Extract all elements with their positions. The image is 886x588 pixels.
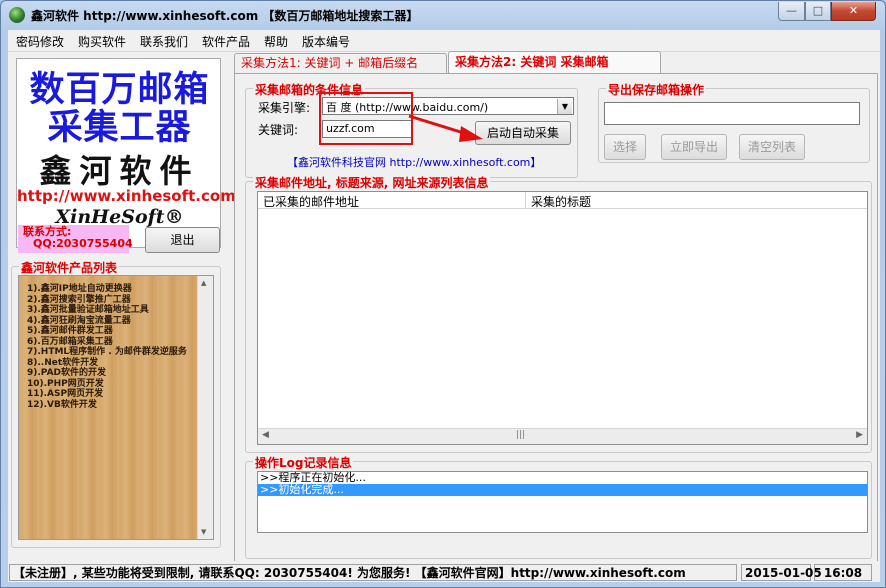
status-bar: 【未注册】, 某些功能将受到限制, 请联系QQ: 2030755404! 为您服… bbox=[8, 561, 880, 582]
red-arrow-icon bbox=[408, 114, 483, 142]
scroll-left-icon[interactable]: ◀ bbox=[262, 430, 269, 440]
app-window: 鑫河软件 http://www.xinhesoft.com 【数百万邮箱地址搜索… bbox=[0, 0, 886, 588]
status-date: 2015-01-05 bbox=[741, 564, 822, 581]
status-time: 16:08 bbox=[814, 564, 872, 581]
log-group-title: 操作Log记录信息 bbox=[253, 454, 354, 471]
product-item: 7).HTML程序制作 . 为邮件群发逆服务 bbox=[27, 347, 187, 357]
column-header-title[interactable]: 采集的标题 bbox=[526, 192, 867, 209]
menu-divider bbox=[8, 51, 880, 52]
product-item: 9).PAD软件的开发 bbox=[27, 368, 107, 378]
products-items: 1).鑫河IP地址自动更换器 2).鑫河搜索引擎推广工器 3).鑫河批量验证邮箱地址… bbox=[27, 284, 197, 410]
menu-item-contact[interactable]: 联系我们 bbox=[140, 33, 188, 50]
product-item: 12).VB软件开发 bbox=[27, 399, 97, 410]
scroll-right-icon[interactable]: ▶ bbox=[856, 430, 863, 440]
status-notice: 【未注册】, 某些功能将受到限制, 请联系QQ: 2030755404! 为您服… bbox=[9, 564, 737, 581]
start-collect-button[interactable]: 启动自动采集 bbox=[475, 121, 571, 145]
menu-bar: 密码修改 购买软件 联系我们 软件产品 帮助 版本编号 bbox=[8, 30, 880, 51]
product-item: 6).百万邮箱采集工器 bbox=[27, 336, 113, 347]
close-button[interactable]: ✕ bbox=[831, 2, 876, 21]
export-now-button[interactable]: 立即导出 bbox=[661, 134, 727, 160]
client-area: 密码修改 购买软件 联系我们 软件产品 帮助 版本编号 数百万邮箱 采集工器 鑫… bbox=[8, 30, 880, 582]
scroll-up-icon[interactable]: ▲ bbox=[201, 279, 206, 287]
log-line[interactable]: >>初始化完成... bbox=[258, 484, 867, 496]
site-link[interactable]: 【鑫河软件科技官网 http://www.xinhesoft.com】 bbox=[287, 154, 541, 170]
globe-icon bbox=[9, 7, 25, 23]
select-button[interactable]: 选择 bbox=[604, 134, 646, 160]
products-title: 鑫河软件产品列表 bbox=[19, 259, 120, 276]
minimize-button[interactable]: — bbox=[778, 2, 805, 21]
tab-panel: 采集邮箱的条件信息 采集引擎: 百 度 (http://www.baidu.co… bbox=[234, 73, 878, 565]
menu-item-help[interactable]: 帮助 bbox=[264, 33, 288, 50]
product-item: 11).ASP网页开发 bbox=[27, 389, 104, 399]
product-item: 8)..Net软件开发 bbox=[27, 357, 99, 368]
window-title: 鑫河软件 http://www.xinhesoft.com 【数百万邮箱地址搜索… bbox=[31, 9, 419, 23]
column-header-email[interactable]: 已采集的邮件地址 bbox=[258, 192, 526, 209]
highlight-box bbox=[319, 92, 413, 145]
logo-panel: 数百万邮箱 采集工器 鑫河软件 http://www.xinhesoft.com… bbox=[16, 58, 236, 248]
products-scrollbar[interactable]: ▲ ▼ bbox=[197, 276, 213, 539]
logo-line-2: 采集工器 bbox=[47, 108, 192, 148]
product-item: 3).鑫河批量验证邮箱地址工具 bbox=[27, 305, 149, 315]
tab-method-2[interactable]: 采集方法2: 关键词 采集邮箱 bbox=[448, 51, 661, 74]
menu-item-version[interactable]: 版本编号 bbox=[302, 33, 350, 50]
log-list[interactable]: >>程序正在初始化... >>初始化完成... bbox=[257, 471, 868, 533]
results-hscrollbar[interactable]: ◀ ||| ▶ bbox=[258, 428, 867, 444]
title-bar[interactable]: 鑫河软件 http://www.xinhesoft.com 【数百万邮箱地址搜索… bbox=[1, 1, 885, 29]
menu-item-products[interactable]: 软件产品 bbox=[202, 33, 250, 50]
scroll-down-icon[interactable]: ▼ bbox=[201, 528, 206, 536]
contact-qq: QQ:2030755404 bbox=[33, 237, 133, 250]
logo-line-3: 鑫河软件 bbox=[39, 152, 200, 190]
export-group-title: 导出保存邮箱操作 bbox=[606, 81, 707, 98]
maximize-button[interactable]: □ bbox=[805, 2, 831, 21]
products-list[interactable]: 1).鑫河IP地址自动更换器 2).鑫河搜索引擎推广工器 3).鑫河批量验证邮箱地址… bbox=[18, 275, 214, 540]
export-path-input[interactable] bbox=[604, 102, 860, 125]
product-item: 5).鑫河邮件群发工器 bbox=[27, 326, 113, 336]
product-item: 1).鑫河IP地址自动更换器 bbox=[27, 284, 132, 294]
exit-button[interactable]: 退出 bbox=[145, 227, 220, 253]
product-item: 4).鑫河狂刷淘宝流量工器 bbox=[27, 315, 131, 326]
clear-list-button[interactable]: 清空列表 bbox=[739, 134, 805, 160]
results-table[interactable]: 已采集的邮件地址 采集的标题 ◀ ||| ▶ bbox=[257, 191, 868, 445]
chevron-down-icon[interactable]: ▼ bbox=[557, 99, 572, 114]
menu-item-password[interactable]: 密码修改 bbox=[16, 33, 64, 50]
engine-label: 采集引擎: bbox=[258, 101, 311, 115]
contact-box: 联系方式: QQ:2030755404 bbox=[18, 225, 133, 253]
product-item: 10).PHP网页开发 bbox=[27, 378, 104, 389]
log-line[interactable]: >>程序正在初始化... bbox=[258, 472, 867, 484]
logo-url: http://www.xinhesoft.com bbox=[17, 187, 236, 205]
scroll-grip-icon[interactable]: ||| bbox=[516, 430, 525, 440]
product-item: 2).鑫河搜索引擎推广工器 bbox=[27, 294, 131, 305]
menu-item-buy[interactable]: 购买软件 bbox=[78, 33, 126, 50]
keyword-label: 关键词: bbox=[258, 123, 299, 137]
results-group-title: 采集邮件地址, 标题来源, 网址来源列表信息 bbox=[253, 174, 491, 191]
tab-method-1[interactable]: 采集方法1: 关键词 + 邮箱后缀名 bbox=[234, 53, 447, 73]
